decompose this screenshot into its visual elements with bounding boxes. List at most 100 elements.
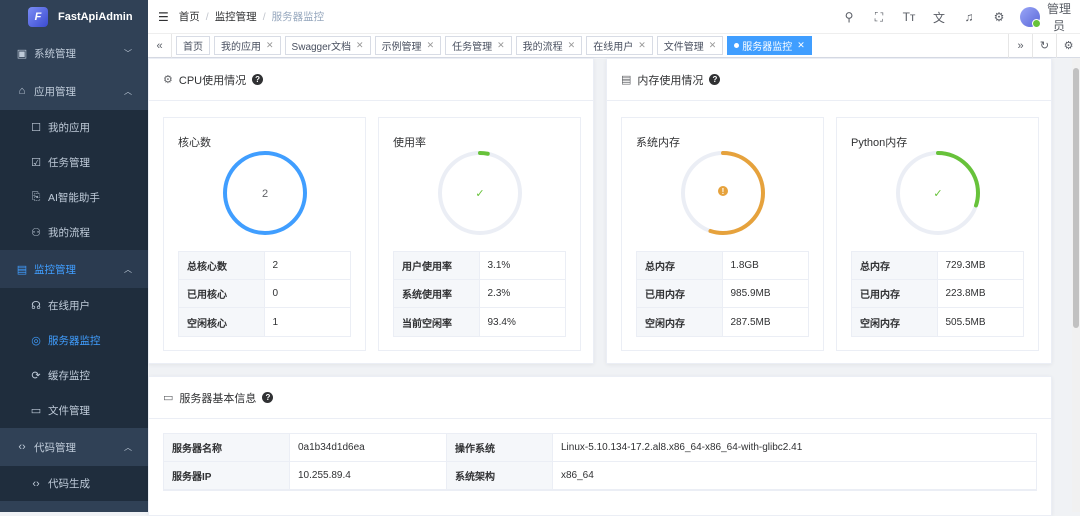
headset-icon: ☊ (31, 300, 41, 312)
tab-tasks[interactable]: 任务管理 ✕ (445, 36, 512, 55)
refresh-icon[interactable]: ↻ (1032, 33, 1056, 58)
table-row: 总内存 1.8GB (637, 252, 808, 280)
table-value: 223.8MB (945, 288, 986, 299)
sidebar-item-codegen[interactable]: ‹› 代码生成 (0, 466, 148, 501)
table-key: 操作系统 (447, 434, 553, 461)
search-icon[interactable]: ⚲ (834, 10, 864, 24)
sidebar-item-label: 应用管理 (34, 85, 76, 98)
tab-swagger[interactable]: Swagger文档 ✕ (284, 36, 371, 55)
cpu-card-title: CPU使用情况 (178, 74, 247, 87)
sidebar-item-file[interactable]: ▭ 文件管理 (0, 393, 148, 428)
table-value: 0 (272, 288, 279, 299)
tab-label: 服务器监控 (742, 42, 793, 53)
table-row: 已用内存 985.9MB (637, 280, 808, 308)
sidebar-item-label: 服务器监控 (48, 335, 101, 347)
table-key: 已用内存 (852, 280, 938, 307)
close-icon[interactable]: ✕ (568, 40, 576, 51)
close-icon[interactable]: ✕ (427, 40, 435, 51)
table-key: 空闲内存 (852, 308, 938, 336)
sidebar-item-cache-monitor[interactable]: ⟳ 缓存监控 (0, 358, 148, 393)
help-icon[interactable]: ? (252, 74, 264, 85)
cores-gauge: 2 (222, 151, 307, 235)
sidebar-item-ai[interactable]: ⎘ AI智能助手 (0, 180, 148, 215)
fullscreen-icon[interactable]: ⛶ (864, 10, 894, 25)
tab-settings-icon[interactable]: ⚙ (1056, 33, 1080, 58)
gear-icon[interactable]: ⚙ (984, 10, 1014, 24)
tab-label: Swagger文档 (291, 42, 352, 53)
tags-view: « 首页 我的应用 ✕ Swagger文档 ✕ 示例管理 ✕ 任务管理 ✕ 我的流程 ✕ … (148, 33, 1080, 58)
tab-label: 我的流程 (522, 42, 563, 53)
system-memory-table: 总内存 1.8GB 已用内存 985.9MB 空闲内存 287.5MB (636, 251, 809, 337)
sidebar-item-app[interactable]: ⌂ 应用管理 ︿ (0, 72, 148, 110)
help-icon[interactable]: ? (262, 392, 274, 403)
table-row: 空闲核心 1 (179, 308, 350, 336)
tab-examples[interactable]: 示例管理 ✕ (374, 36, 442, 55)
monitor-icon: ▭ (163, 392, 174, 404)
scrollbar-thumb[interactable] (1073, 68, 1079, 328)
topbar: ☰ 首页 / 监控管理 / 服务器监控 ⚲ ⛶ Tт 文 ♫ ⚙ 管理员 (148, 0, 1080, 34)
server-info-title: 服务器基本信息 (179, 392, 257, 405)
system-icon: ▣ (16, 47, 28, 60)
breadcrumb-parent[interactable]: 监控管理 (215, 9, 257, 24)
scroll-right-icon[interactable]: » (1008, 33, 1032, 58)
cores-gauge-value: 2 (261, 188, 267, 200)
cpu-card-header: ⚙ CPU使用情况 ? (149, 59, 593, 101)
scroll-left-icon[interactable]: « (148, 33, 172, 58)
system-memory-panel: 系统内存 ! 总内存 1.8GB 已用内存 985.9MB 空闲内存 287.5MB (621, 117, 824, 351)
code-icon: ‹› (18, 441, 26, 453)
tab-online-users[interactable]: 在线用户 ✕ (586, 36, 653, 55)
table-value: 1.8GB (730, 260, 759, 271)
tab-my-flow[interactable]: 我的流程 ✕ (515, 36, 583, 55)
sidebar: F FastApiAdmin ▣ 系统管理 ﹀ ⌂ 应用管理 ︿ ☐ 我的应用 … (0, 0, 148, 512)
table-value: 2.3% (487, 288, 511, 299)
usage-table: 用户使用率 3.1% 系统使用率 2.3% 当前空闲率 93.4% (393, 251, 566, 337)
table-key: 系统使用率 (394, 280, 480, 307)
table-value: 287.5MB (730, 316, 771, 328)
sidebar-item-flow[interactable]: ⚇ 我的流程 (0, 215, 148, 250)
close-icon[interactable]: ✕ (497, 40, 505, 51)
table-key: 总核心数 (179, 252, 265, 279)
table-value: x86_64 (561, 470, 594, 481)
collapse-menu-icon[interactable]: ☰ (158, 10, 169, 24)
close-icon[interactable]: ✕ (638, 40, 646, 51)
sidebar-item-online-users[interactable]: ☊ 在线用户 (0, 288, 148, 323)
tab-files[interactable]: 文件管理 ✕ (656, 36, 724, 55)
table-row: 已用内存 223.8MB (852, 280, 1023, 308)
sidebar-item-code[interactable]: ‹› 代码管理 ︿ (0, 428, 148, 466)
tab-label: 文件管理 (663, 42, 704, 53)
table-key: 系统架构 (447, 462, 553, 489)
sidebar-item-myapp[interactable]: ☐ 我的应用 (0, 110, 148, 145)
server-icon: ◎ (31, 335, 41, 347)
close-icon[interactable]: ✕ (709, 40, 717, 51)
sidebar-item-label: 我的应用 (48, 122, 90, 134)
breadcrumb-home[interactable]: 首页 (179, 9, 200, 24)
close-icon[interactable]: ✕ (356, 40, 364, 51)
table-value: 0a1b34d1d6ea (290, 434, 447, 461)
usage-gauge: ✓ (437, 151, 522, 235)
tab-server-monitor[interactable]: 服务器监控 ✕ (727, 36, 812, 55)
tab-label: 首页 (183, 42, 203, 53)
table-value: Linux-5.10.134-17.2.al8.x86_64-x86_64-wi… (561, 442, 803, 453)
tab-my-app[interactable]: 我的应用 ✕ (214, 36, 281, 55)
help-icon[interactable]: ? (709, 74, 721, 85)
sidebar-item-system[interactable]: ▣ 系统管理 ﹀ (0, 34, 148, 72)
language-icon[interactable]: 文 (924, 9, 954, 26)
app-logo[interactable]: F FastApiAdmin (0, 0, 148, 34)
table-key: 空闲内存 (637, 308, 723, 336)
sidebar-item-server-monitor[interactable]: ◎ 服务器监控 (0, 323, 148, 358)
table-value: 10.255.89.4 (290, 462, 447, 489)
close-icon[interactable]: ✕ (797, 40, 805, 51)
close-icon[interactable]: ✕ (266, 40, 274, 51)
tab-label: 在线用户 (593, 42, 634, 53)
sidebar-item-task[interactable]: ☑ 任务管理 (0, 145, 148, 180)
sidebar-item-monitor[interactable]: ▤ 监控管理 ︿ (0, 250, 148, 288)
tab-home[interactable]: 首页 (176, 36, 210, 55)
table-row: 用户使用率 3.1% (394, 252, 565, 280)
table-value: 3.1% (487, 260, 511, 271)
page-scrollbar[interactable] (1072, 58, 1080, 512)
memory-card-header: ▤ 内存使用情况 ? (607, 59, 1051, 101)
table-value: 729.3MB (945, 260, 986, 271)
font-size-icon[interactable]: Tт (894, 10, 924, 24)
bell-icon[interactable]: ♫ (954, 10, 984, 24)
user-menu[interactable]: 管理员 (1020, 0, 1074, 34)
